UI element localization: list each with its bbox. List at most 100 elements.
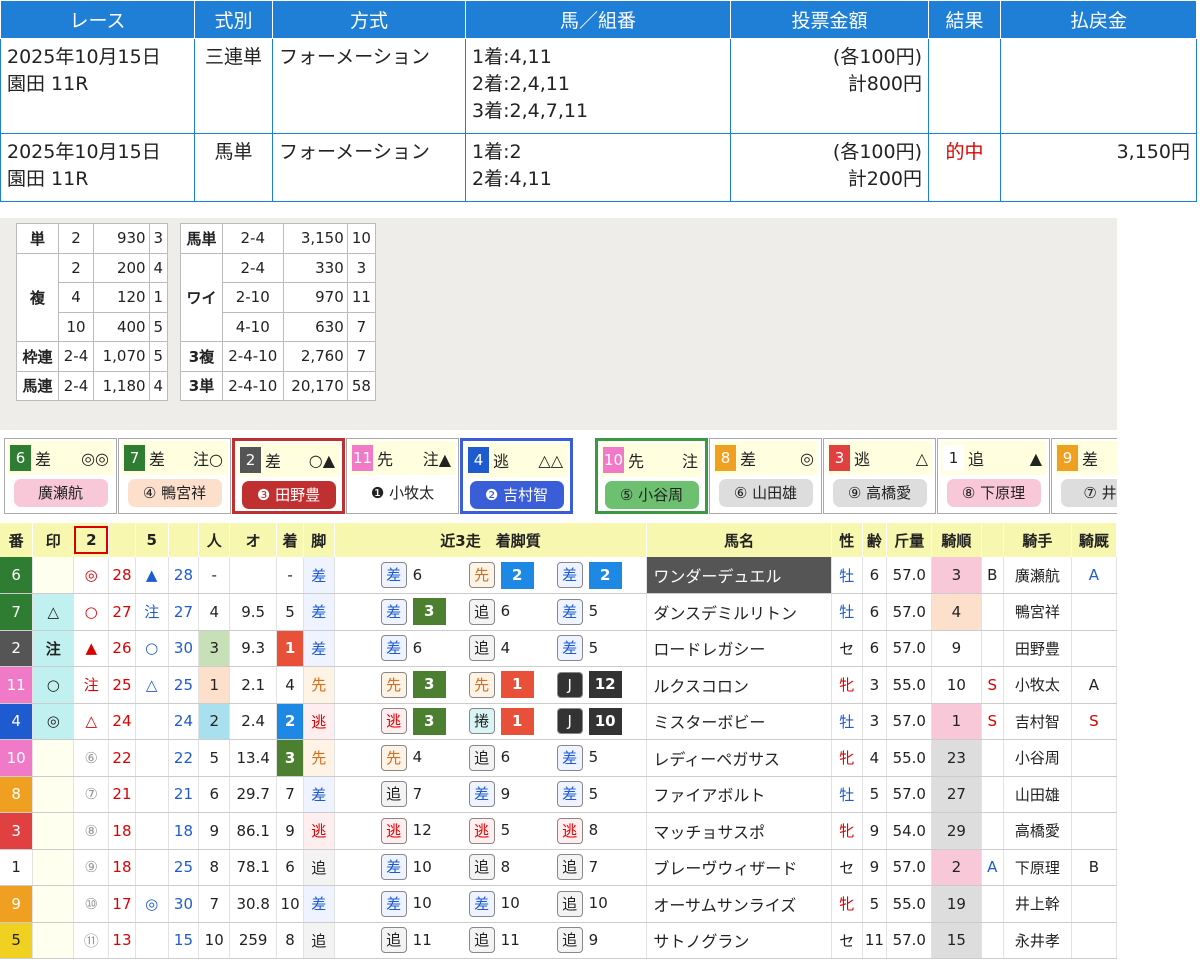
age: 5	[862, 776, 888, 813]
payout-kind: 3複	[180, 341, 223, 372]
weight: 55.0	[886, 885, 933, 923]
payout-row: 複 2 200 4	[16, 252, 169, 342]
sex: 牡	[831, 776, 863, 813]
weight: 57.0	[886, 557, 933, 594]
horse-card[interactable]: 8 差 ◎ ⑥ 山田雄	[709, 438, 822, 514]
horse-name[interactable]: ロードレガシー	[646, 630, 832, 667]
horse-card[interactable]: 11 先 注▲ ❶ 小牧太	[346, 438, 459, 514]
recent-run-finish: 3	[412, 707, 446, 735]
recent-run-style: 差	[556, 781, 583, 808]
recent-run-style: 差	[380, 598, 407, 625]
horse-card[interactable]: 3 逃 △ ⑨ 高橋愛	[823, 438, 936, 514]
jockey-grade	[981, 776, 1005, 813]
horse-name[interactable]: サトノグラン	[646, 922, 832, 959]
horse-row[interactable]: 7 △ ○ 27 注 27 4 9.5 5 差差 3 追 6 差 5 ダンスデミルリトン牡 6 57.0 4 鴨宮祥	[0, 593, 1118, 631]
horse-card[interactable]: 1 追 ▲ ⑧ 下原理	[937, 438, 1050, 514]
card-jockey: ④ 鴨宮祥	[127, 479, 222, 507]
age: 6	[862, 630, 888, 667]
payout-row: 馬連 2-4 1,180 4	[16, 370, 169, 401]
horse-row[interactable]: 9 ⑩ 17 ◎ 30 7 30.8 10 差差 10 差 10 追 10 オーサムサンライズ牝 5 55.0 1…	[0, 885, 1118, 923]
jockey-name[interactable]: 小谷周	[1003, 739, 1072, 777]
card-header: 7 差 注○	[122, 441, 227, 475]
pred-mark-5	[135, 812, 169, 850]
payout-row: 3単 2-4-10 20,170 58	[180, 370, 377, 401]
payout-popularity: 4	[148, 370, 169, 401]
col-method: 方式	[272, 0, 466, 39]
horse-card[interactable]: 4 逃 △△ ❷ 吉村智	[460, 438, 573, 514]
horse-row[interactable]: 2 注 ▲ 26 ○ 30 3 9.3 1 差差 6 追 4 差 5 ロードレガシーセ 6 57.0 9 田野豊	[0, 630, 1118, 667]
horse-row[interactable]: 1 ⑨ 18 25 8 78.1 6 追差 10 追 8 追 7 ブレーヴウィザードセ 9 57.0 2 A 下原理…	[0, 849, 1118, 886]
horse-row[interactable]: 6 ◎ 28 ▲ 28- - 差差 6 先 2 差 2 ワンダーデュエル牡 6 57.0 3 B 廣瀬航 A	[0, 557, 1118, 594]
horse-card[interactable]: 2 差 ○▲ ❸ 田野豊	[232, 438, 345, 514]
recent-run: 逃8	[556, 817, 645, 844]
horse-name[interactable]: ダンスデミルリトン	[646, 593, 832, 631]
horse-row[interactable]: 3 ⑧ 18 18 9 86.1 9 逃逃 12 逃 5 逃 8 マッチョサスポ牝 9 54.0 29 高橋愛	[0, 812, 1118, 850]
weight: 57.0	[886, 703, 933, 740]
recent-3-runs: 追 11 追 11 追 9	[334, 922, 648, 959]
finish: 6	[276, 849, 304, 886]
payout-amount: 200	[93, 252, 150, 283]
jockey-name[interactable]: 廣瀬航	[1003, 557, 1072, 594]
payout-popularity: 11	[346, 282, 377, 313]
pred-value-5: 25	[168, 666, 200, 704]
jockey-name[interactable]: 高橋愛	[1003, 812, 1072, 850]
jockey-name[interactable]: 鴨宮祥	[1003, 593, 1072, 631]
ticket-type: 馬単	[194, 133, 273, 202]
recent-run-finish: 6	[500, 602, 511, 621]
horse-name[interactable]: ミスターボビー	[646, 703, 832, 740]
horse-card[interactable]: 10 先 注 ⑤ 小谷周	[595, 438, 708, 514]
jockey-name[interactable]: 井上幹	[1003, 885, 1072, 923]
horse-name[interactable]: ブレーヴウィザード	[646, 849, 832, 886]
payout-popularity: 3	[346, 252, 377, 283]
stable-grade: A	[1071, 666, 1118, 704]
horse-name[interactable]: ワンダーデュエル	[646, 557, 832, 594]
ticket-type: 三連単	[194, 38, 273, 134]
ticket-race: 2025年10月15日 園田 11R	[0, 38, 195, 134]
jockey-rank: 29	[931, 812, 982, 850]
odds: 9.3	[229, 630, 278, 667]
horse-row[interactable]: 8 ⑦ 21 21 6 29.7 7 差追 7 差 9 差 5 ファイアボルト牡 5 57.0 27 山田雄	[0, 776, 1118, 813]
sort-column-2[interactable]: 2	[74, 526, 109, 554]
jockey-name[interactable]: 吉村智	[1003, 703, 1072, 740]
horse-card[interactable]: 6 差 ◎◎ 廣瀬航	[4, 438, 117, 514]
horse-row[interactable]: 11 ○ 注 25 △ 25 1 2.1 4 先先 3 先 1 J 12 ルクスコロン牝 3 55.0 10 S 小牧太…	[0, 666, 1118, 704]
horse-card[interactable]: 9差 ⑦ 井上	[1051, 438, 1117, 514]
horse-name[interactable]: マッチョサスポ	[646, 812, 832, 850]
jockey-name[interactable]: 小牧太	[1003, 666, 1072, 704]
payout-amount: 1,070	[93, 341, 150, 372]
horse-row[interactable]: 4 ◎ △ 24 24 2 2.4 2 逃逃 3 捲 1 J 10 ミスターボビー牡 3 57.0 1 S 吉村智 S	[0, 703, 1118, 740]
grid-header-cell: 齢	[862, 523, 888, 557]
col-combo: 馬／組番	[465, 0, 731, 39]
recent-run: 逃5	[468, 817, 557, 844]
horse-card[interactable]: 7 差 注○ ④ 鴨宮祥	[118, 438, 231, 514]
finish: 7	[276, 776, 304, 813]
weight: 57.0	[886, 922, 933, 959]
payout-popularity: 58	[346, 370, 377, 401]
payout-popularity: 7	[346, 341, 377, 372]
payout-combo: 2	[57, 223, 95, 254]
horse-name[interactable]: オーサムサンライズ	[646, 885, 832, 923]
pred-value-2: 18	[108, 812, 136, 850]
card-style: 追	[968, 450, 985, 469]
payout-row: 馬単 2-4 3,150 10	[180, 223, 377, 254]
payout-popularity: 5	[148, 341, 169, 372]
card-horse-number: 7	[124, 445, 145, 471]
recent-run-style: 追	[380, 927, 407, 954]
horse-name[interactable]: ファイアボルト	[646, 776, 832, 813]
grid-header-cell	[108, 523, 136, 557]
jockey-name[interactable]: 永井孝	[1003, 922, 1072, 959]
horse-name[interactable]: レディーペガサス	[646, 739, 832, 777]
horse-row[interactable]: 10 ⑥ 22 22 5 13.4 3 先先 4 追 6 差 5 レディーペガサス牝 4 55.0 23 小谷周	[0, 739, 1118, 777]
recent-run-style: 逃	[380, 817, 407, 844]
finish: 9	[276, 812, 304, 850]
horse-row[interactable]: 5 ⑪ 13 15 10 259 8 追追 11 追 11 追 9 サトノグランセ 11 57.0 15 永井孝	[0, 922, 1118, 959]
pred-value-2: 27	[108, 593, 136, 631]
jockey-name[interactable]: 田野豊	[1003, 630, 1072, 667]
finish: 10	[276, 885, 304, 923]
ticket-payout	[1000, 38, 1197, 134]
horse-name[interactable]: ルクスコロン	[646, 666, 832, 704]
pred-value-2: 28	[108, 557, 136, 594]
jockey-name[interactable]: 山田雄	[1003, 776, 1072, 813]
recent-run-style: 先	[380, 744, 407, 771]
jockey-name[interactable]: 下原理	[1003, 849, 1072, 886]
